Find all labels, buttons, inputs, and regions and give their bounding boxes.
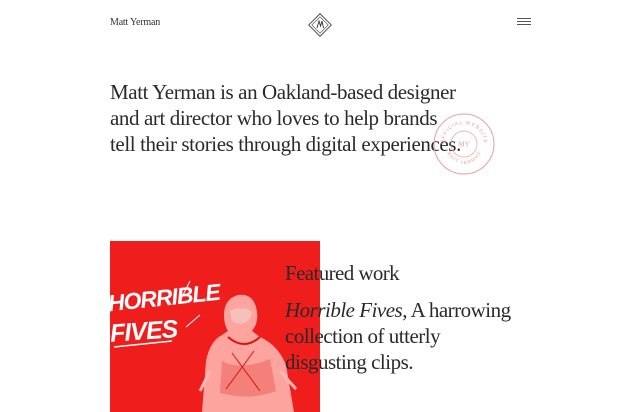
hamburger-menu-icon[interactable] [517, 18, 531, 28]
featured-project-description: Horrible Fives, A harrowing collection o… [285, 297, 511, 375]
description-line: Horrible Fives, A harrowing [285, 297, 511, 323]
description-line: collection of utterly [285, 324, 441, 348]
intro-line: and art director who loves to help brand… [110, 106, 438, 130]
intro-line: tell their stories through digital exper… [110, 132, 461, 156]
intro-statement: Matt Yerman is an Oakland-based designer… [110, 79, 461, 157]
svg-text:MATT YERMAN: MATT YERMAN [446, 151, 482, 166]
menu-line [517, 18, 531, 19]
official-stamp-badge: OFFICIAL WEBSITE MATT YERMAN MY [433, 113, 495, 175]
menu-line [517, 21, 531, 22]
stamp-bottom-text: MATT YERMAN [446, 151, 481, 166]
menu-line [517, 24, 531, 25]
featured-work-heading: Featured work [285, 261, 400, 285]
diamond-monogram-logo[interactable] [307, 12, 333, 38]
artwork-title-line-2: FIVES [110, 315, 179, 348]
stamp-center-text: MY [458, 141, 469, 149]
site-name-link[interactable]: Matt Yerman [110, 17, 160, 28]
intro-line: Matt Yerman is an Oakland-based designer [110, 80, 456, 104]
description-text: , A harrowing [402, 298, 511, 322]
description-line: disgusting clips. [285, 350, 414, 374]
project-title-link[interactable]: Horrible Fives [285, 298, 403, 322]
